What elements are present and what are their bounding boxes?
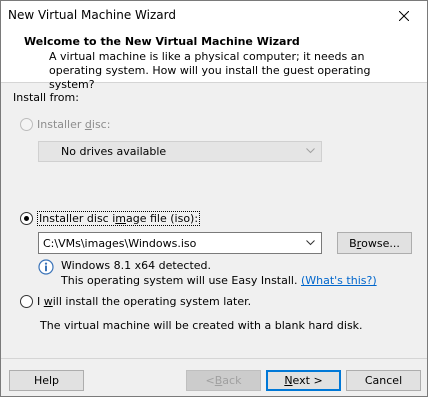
install-from-label: Install from: bbox=[13, 91, 79, 104]
iso-file-label: Installer disc image file (iso): bbox=[37, 211, 201, 226]
iso-path-combobox[interactable]: C:\VMs\images\Windows.iso bbox=[38, 232, 322, 254]
page-title: Welcome to the New Virtual Machine Wizar… bbox=[24, 35, 300, 48]
help-button[interactable]: Help bbox=[9, 370, 84, 391]
os-detected-text: Windows 8.1 x64 detected. bbox=[61, 259, 212, 272]
title-bar: New Virtual Machine Wizard bbox=[1, 1, 427, 31]
installer-disc-radio[interactable]: Installer disc: bbox=[20, 118, 110, 131]
install-later-radio-circle[interactable] bbox=[20, 295, 33, 308]
wizard-window: New Virtual Machine Wizard Welcome to th… bbox=[0, 0, 428, 397]
chevron-down-icon[interactable] bbox=[306, 240, 315, 246]
blank-disk-note: The virtual machine will be created with… bbox=[40, 319, 363, 332]
footer-divider bbox=[1, 358, 427, 359]
browse-button[interactable]: Br owse... bbox=[337, 232, 412, 254]
installer-disc-radio-circle[interactable] bbox=[20, 118, 33, 131]
info-icon bbox=[38, 259, 54, 275]
close-button[interactable] bbox=[381, 1, 427, 31]
wizard-header: Welcome to the New Virtual Machine Wizar… bbox=[1, 31, 427, 91]
drive-select[interactable]: No drives available bbox=[38, 141, 322, 162]
iso-file-radio-circle[interactable] bbox=[20, 212, 33, 225]
iso-path-value: C:\VMs\images\Windows.iso bbox=[43, 236, 197, 250]
back-button[interactable]: < Back bbox=[186, 370, 261, 391]
whats-this-link[interactable]: (What's this?) bbox=[301, 274, 377, 287]
install-later-radio[interactable]: I will install the operating system late… bbox=[20, 295, 251, 308]
easy-install-text: This operating system will use Easy Inst… bbox=[61, 274, 377, 287]
iso-file-radio[interactable]: Installer disc image file (iso): bbox=[20, 211, 201, 226]
chevron-down-icon bbox=[306, 148, 315, 154]
next-button[interactable]: Next > bbox=[266, 370, 341, 391]
drive-select-value: No drives available bbox=[61, 145, 167, 158]
window-title: New Virtual Machine Wizard bbox=[8, 8, 176, 22]
installer-disc-label: Installer disc: bbox=[37, 118, 111, 131]
page-description: A virtual machine is like a physical com… bbox=[49, 50, 371, 91]
close-icon bbox=[399, 11, 409, 21]
install-later-label: I will install the operating system late… bbox=[37, 295, 252, 308]
cancel-button[interactable]: Cancel bbox=[346, 370, 421, 391]
